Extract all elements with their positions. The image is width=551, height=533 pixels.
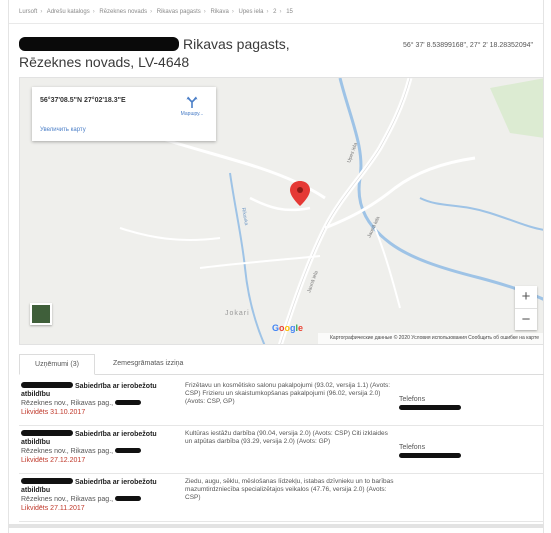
activity-text: Kultūras iestāžu darbība (90.04, versija… bbox=[185, 430, 388, 445]
address-text: Rēzeknes nov., Rikavas pag., bbox=[21, 448, 114, 455]
google-letter: G bbox=[272, 323, 280, 333]
redaction-mark bbox=[21, 382, 73, 388]
phone-field: Telefons bbox=[399, 444, 461, 458]
status-date: Likvidēts 27.12.2017 bbox=[21, 457, 86, 464]
zoom-in-button[interactable]: + bbox=[515, 286, 537, 308]
breadcrumb-item-0[interactable]: Lursoft bbox=[19, 9, 37, 15]
table-row: Sabiedrība ar ierobežotu atbildību Rēzek… bbox=[19, 378, 544, 426]
redaction-mark bbox=[399, 453, 461, 458]
map-info-card: 56°37'08.5"N 27°02'18.3"E Маршру... Увел… bbox=[32, 87, 216, 141]
map-embed[interactable]: Upes iela Jaunā iela Jaunā iela Rikavka … bbox=[19, 77, 544, 345]
google-logo: Google bbox=[272, 323, 303, 333]
satellite-toggle-button[interactable] bbox=[30, 303, 52, 325]
divider bbox=[9, 23, 543, 24]
google-letter: e bbox=[298, 323, 304, 333]
address-text: Rēzeknes nov., Rikavas pag., bbox=[21, 496, 114, 503]
directions-button[interactable]: Маршру... bbox=[178, 95, 206, 117]
map-attribution: Картографические данные © 2020 Условия и… bbox=[318, 333, 543, 344]
map-latlon: 56°37'08.5"N 27°02'18.3"E bbox=[40, 97, 126, 104]
footer-bar bbox=[8, 524, 544, 528]
redaction-mark bbox=[21, 478, 73, 484]
tab-bar: Uzņēmumi (3) Zemesgrāmatas izziņa bbox=[19, 354, 544, 375]
redaction-mark bbox=[115, 448, 142, 453]
table-row: Sabiedrība ar ierobežotu atbildību Rēzek… bbox=[19, 426, 544, 474]
zoom-controls: + − bbox=[515, 286, 537, 330]
report-error-link[interactable]: Сообщить об ошибке на карте bbox=[468, 335, 539, 341]
terms-link[interactable]: Условия использования bbox=[411, 335, 467, 341]
phone-field: Telefons bbox=[399, 396, 461, 410]
directions-icon bbox=[186, 96, 198, 108]
company-name-link[interactable]: Sabiedrība ar ierobežotu atbildību bbox=[21, 382, 171, 399]
redaction-mark bbox=[19, 37, 179, 51]
title-line-2: Rēzeknes novads, LV-4648 bbox=[19, 54, 190, 70]
breadcrumb-item-6[interactable]: 2 bbox=[273, 9, 276, 15]
tab-land-register[interactable]: Zemesgrāmatas izziņa bbox=[103, 354, 193, 375]
breadcrumb-item-2[interactable]: Rēzeknes novads bbox=[99, 9, 147, 15]
directions-label: Маршру... bbox=[180, 111, 204, 117]
place-label: Jokari bbox=[225, 310, 250, 317]
breadcrumb-item-5[interactable]: Upes iela bbox=[238, 9, 263, 15]
larger-map-link[interactable]: Увеличить карту bbox=[40, 127, 86, 133]
table-row: Sabiedrība ar ierobežotu atbildību Rēzek… bbox=[19, 474, 544, 522]
breadcrumb-item-7: 15 bbox=[286, 9, 293, 15]
status-date: Likvidēts 31.10.2017 bbox=[21, 409, 86, 416]
breadcrumb-item-4[interactable]: Rikava bbox=[210, 9, 228, 15]
zoom-out-button[interactable]: − bbox=[515, 308, 537, 330]
company-name-link[interactable]: Sabiedrība ar ierobežotu atbildību bbox=[21, 478, 171, 495]
company-address: Rēzeknes nov., Rikavas pag., bbox=[21, 496, 171, 503]
redaction-mark bbox=[399, 405, 461, 410]
breadcrumb: Lursoft › Adrešu katalogs › Rēzeknes novad… bbox=[19, 9, 293, 15]
phone-label: Telefons bbox=[399, 396, 426, 403]
status-date: Likvidēts 27.11.2017 bbox=[21, 505, 85, 512]
redaction-mark bbox=[21, 430, 73, 436]
address-text: Rēzeknes nov., Rikavas pag., bbox=[21, 400, 114, 407]
company-list: Sabiedrība ar ierobežotu atbildību Rēzek… bbox=[19, 378, 544, 522]
page-title: Rikavas pagasts, Rēzeknes novads, LV-464… bbox=[19, 35, 359, 71]
tab-companies[interactable]: Uzņēmumi (3) bbox=[19, 354, 95, 375]
phone-label: Telefons bbox=[399, 444, 426, 451]
page: Lursoft › Adrešu katalogs › Rēzeknes novad… bbox=[8, 0, 544, 533]
title-line-1: Rikavas pagasts, bbox=[183, 36, 290, 52]
redaction-mark bbox=[115, 496, 142, 501]
company-address: Rēzeknes nov., Rikavas pag., bbox=[21, 448, 171, 455]
company-address: Rēzeknes nov., Rikavas pag., bbox=[21, 400, 171, 407]
breadcrumb-item-3[interactable]: Rikavas pagasts bbox=[157, 9, 201, 15]
activity-text: Frizētavu un kosmētisko salonu pakalpoju… bbox=[185, 382, 391, 405]
redaction-mark bbox=[115, 400, 142, 405]
breadcrumb-item-1[interactable]: Adrešu katalogs bbox=[47, 9, 90, 15]
company-name-link[interactable]: Sabiedrība ar ierobežotu atbildību bbox=[21, 430, 171, 447]
activity-text: Ziedu, augu, sēklu, mēslošanas līdzekļu,… bbox=[185, 478, 394, 501]
coordinates-readout: 56° 37' 8.53899168", 27° 2' 18.28352094" bbox=[402, 42, 533, 49]
map-data-credit: Картографические данные © 2020 bbox=[330, 335, 410, 341]
